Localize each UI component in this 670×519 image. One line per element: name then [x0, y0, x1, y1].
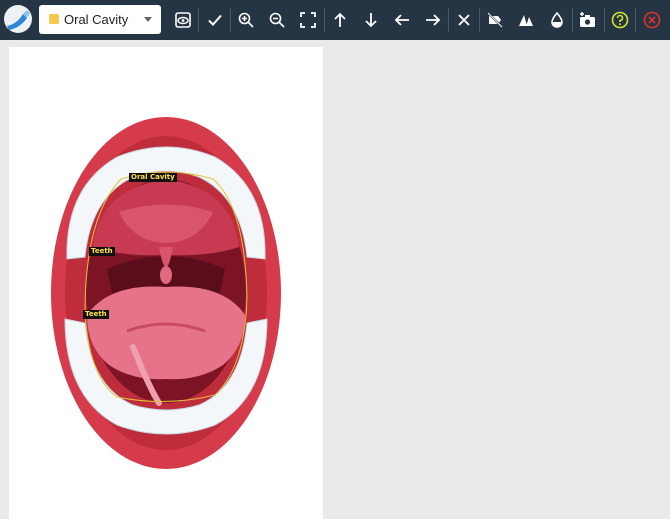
tongue	[87, 286, 245, 380]
label-select-value: Oral Cavity	[64, 12, 129, 27]
zoom-in-icon	[238, 12, 254, 28]
zoom-out-icon	[269, 12, 285, 28]
oral-cavity-image	[51, 117, 281, 469]
toggle-shapes-button[interactable]	[511, 5, 541, 35]
top-toolbar: Oral Cavity	[0, 0, 670, 40]
toggle-labels-button[interactable]	[480, 5, 510, 35]
annotation-tag-teeth[interactable]: Teeth	[89, 247, 115, 256]
arrow-left-icon	[394, 14, 409, 26]
add-photo-icon	[580, 12, 595, 27]
annotation-tag-oral-cavity[interactable]: Oral Cavity	[129, 173, 177, 182]
preview-button[interactable]	[168, 5, 198, 35]
eye-icon	[175, 12, 191, 28]
fullscreen-icon	[300, 12, 316, 28]
arrow-up-icon	[334, 12, 346, 27]
delete-button[interactable]	[449, 5, 479, 35]
arrow-down-icon	[365, 13, 377, 28]
arrow-right-icon	[426, 14, 441, 26]
fit-screen-button[interactable]	[293, 5, 323, 35]
opacity-button[interactable]	[542, 5, 572, 35]
move-right-button[interactable]	[418, 5, 448, 35]
zoom-in-button[interactable]	[231, 5, 261, 35]
help-button[interactable]	[605, 5, 635, 35]
move-down-button[interactable]	[356, 5, 386, 35]
toolbar-divider	[635, 8, 636, 32]
hide-icon	[487, 12, 503, 28]
zoom-out-button[interactable]	[262, 5, 292, 35]
chevron-down-icon	[144, 17, 152, 22]
image-canvas[interactable]: Oral Cavity Teeth Teeth	[9, 47, 323, 519]
help-icon	[611, 11, 629, 29]
shapes-icon	[519, 15, 533, 26]
confirm-button[interactable]	[200, 5, 230, 35]
cancel-button[interactable]	[637, 5, 667, 35]
label-color-swatch	[49, 14, 59, 24]
app-logo	[3, 4, 33, 34]
move-up-button[interactable]	[325, 5, 355, 35]
close-icon	[458, 14, 470, 26]
add-image-button[interactable]	[573, 5, 603, 35]
move-left-button[interactable]	[387, 5, 417, 35]
cancel-icon	[643, 11, 661, 29]
annotation-tag-teeth[interactable]: Teeth	[83, 310, 109, 319]
check-icon	[208, 14, 222, 26]
label-select[interactable]: Oral Cavity	[39, 5, 161, 34]
toolbar-divider	[198, 8, 199, 32]
opacity-icon	[551, 11, 563, 28]
